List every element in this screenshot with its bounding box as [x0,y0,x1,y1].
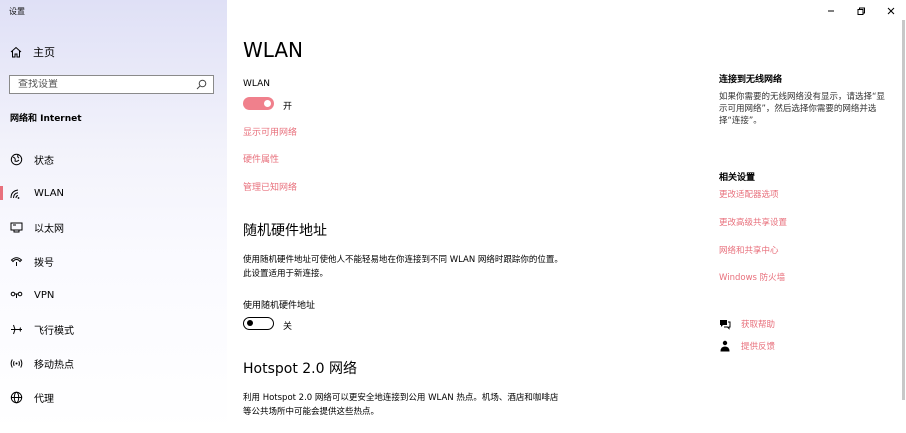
sidebar-item-label: 代理 [34,393,54,405]
random-hw-state: 关 [283,322,293,332]
minimize-icon [828,10,834,12]
related-settings-title: 相关设置 [719,173,756,183]
get-help-label: 获取帮助 [741,320,776,330]
restore-icon [857,7,865,15]
sidebar-item-hotspot[interactable]: 移动热点 [0,348,227,378]
wlan-toggle-label: WLAN [243,79,271,89]
search-box[interactable] [9,75,214,94]
sidebar-item-status[interactable]: 状态 [0,144,227,174]
random-hw-description: 使用随机硬件地址可使他人不能轻易地在你连接到不同 WLAN 网络时跟踪你的位置。… [243,255,563,279]
sidebar-item-label: 以太网 [34,223,64,235]
proxy-globe-icon [10,391,23,404]
section-title: 网络和 Internet [10,114,82,124]
toggle-knob [264,100,271,107]
airplane-icon [10,323,23,336]
adapter-options-link[interactable]: 更改适配器选项 [719,188,779,200]
manage-known-networks-link[interactable]: 管理已知网络 [243,180,297,193]
page-title: WLAN [243,38,304,62]
wlan-state: 开 [283,102,293,112]
connect-text: 如果你需要的无线网络没有显示，请选择“显示可用网络”，然后选择你需要的网络并选择… [719,92,885,126]
app-title: 设置 [9,7,25,16]
sidebar-item-airplane[interactable]: 飞行模式 [0,314,227,344]
window-controls [816,0,906,22]
connect-title: 连接到无线网络 [719,75,783,85]
close-icon [887,7,895,15]
sidebar-item-ethernet[interactable]: 以太网 [0,212,227,242]
firewall-link[interactable]: Windows 防火墙 [719,271,785,283]
sidebar-item-label: 移动热点 [34,359,74,371]
search-icon[interactable] [196,79,207,90]
random-hw-toggle-label: 使用随机硬件地址 [243,301,316,311]
show-available-networks-link[interactable]: 显示可用网络 [243,125,297,138]
globe-status-icon [10,153,23,166]
sidebar-item-label: 飞行模式 [34,325,74,337]
ethernet-icon [10,221,23,234]
advanced-sharing-link[interactable]: 更改高级共享设置 [719,216,787,228]
hotspot-description: 利用 Hotspot 2.0 网络可以更安全地连接到公用 WLAN 热点。机场、… [243,393,559,417]
hardware-properties-link[interactable]: 硬件属性 [243,152,279,165]
home-icon [10,46,22,58]
sidebar-item-label: 拨号 [34,257,54,269]
help-chat-icon [720,320,731,330]
dialup-icon [10,255,23,268]
hotspot-heading: Hotspot 2.0 网络 [243,361,357,377]
home-label: 主页 [33,46,55,59]
sidebar-item-label: WLAN [34,187,65,199]
give-feedback-link[interactable]: 提供反馈 [719,340,775,352]
home-link[interactable]: 主页 [10,44,55,60]
give-feedback-label: 提供反馈 [741,342,776,352]
wlan-toggle[interactable] [243,97,274,110]
sidebar: 设置 主页 网络和 Internet 状态 WLAN 以太网 拨号 VPN 飞行… [0,0,227,433]
sidebar-item-wlan[interactable]: WLAN [0,178,227,208]
minimize-button[interactable] [816,0,846,22]
random-hw-heading: 随机硬件地址 [243,223,327,239]
toggle-knob [247,320,253,326]
sidebar-item-vpn[interactable]: VPN [0,280,227,310]
sidebar-item-proxy[interactable]: 代理 [0,382,227,412]
hotspot-icon [10,357,23,370]
sharing-center-link[interactable]: 网络和共享中心 [719,244,779,256]
vpn-icon [10,289,23,302]
feedback-person-icon [720,340,730,352]
sidebar-item-label: VPN [34,289,55,301]
sidebar-item-label: 状态 [34,155,54,167]
wifi-icon [10,187,23,200]
search-input[interactable] [10,79,198,90]
get-help-link[interactable]: 获取帮助 [719,318,775,330]
restore-button[interactable] [846,0,876,22]
random-hw-toggle[interactable] [243,317,274,330]
scrollbar[interactable] [902,20,905,400]
close-button[interactable] [876,0,906,22]
sidebar-item-dialup[interactable]: 拨号 [0,246,227,276]
